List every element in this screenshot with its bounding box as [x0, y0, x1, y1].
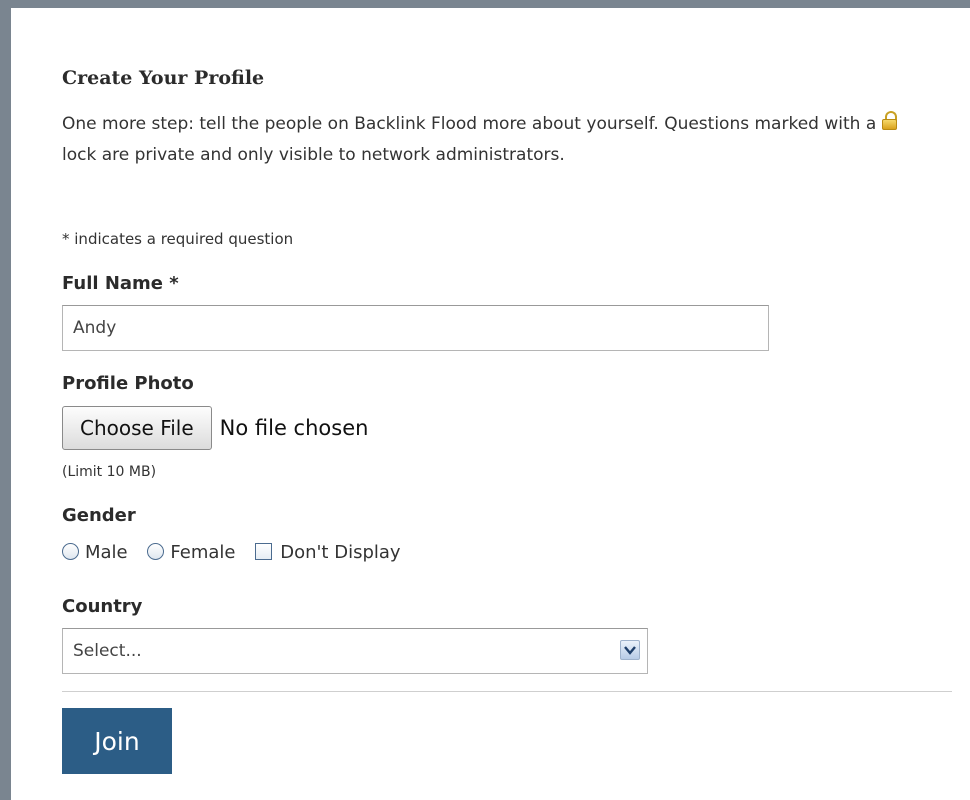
female-label: Female	[170, 541, 236, 563]
page-frame: Create Your Profile One more step: tell …	[0, 0, 970, 800]
join-button[interactable]: Join	[62, 708, 172, 774]
gender-option-male[interactable]: Male	[62, 542, 128, 563]
full-name-input[interactable]	[62, 305, 769, 351]
lock-icon	[881, 111, 899, 130]
female-radio[interactable]	[147, 542, 165, 560]
intro-text-part-2: lock are private and only visible to net…	[62, 145, 565, 165]
male-radio[interactable]	[62, 542, 79, 560]
file-limit-note: (Limit 10 MB)	[62, 464, 157, 480]
file-status: No file chosen	[219, 416, 369, 440]
male-label: Male	[85, 541, 128, 563]
choose-file-button[interactable]: Choose File	[62, 406, 212, 450]
intro-text-part-1: One more step: tell the people on Backli…	[62, 114, 882, 134]
intro-text: One more step: tell the people on Backli…	[62, 109, 922, 171]
country-select-value: Select...	[73, 641, 142, 661]
required-note: * indicates a required question	[62, 230, 294, 248]
form-divider	[62, 691, 952, 692]
gender-option-female[interactable]: Female	[147, 542, 235, 563]
country-label: Country	[62, 596, 143, 617]
dont-display-checkbox[interactable]	[255, 542, 273, 560]
dont-display-option[interactable]: Don't Display	[255, 541, 401, 563]
gender-options: Male Female Don't Display	[62, 541, 415, 571]
country-select[interactable]: Select...	[62, 628, 648, 674]
profile-photo-label: Profile Photo	[62, 373, 194, 394]
gender-label: Gender	[62, 505, 136, 526]
form-title: Create Your Profile	[62, 67, 265, 89]
file-picker: Choose File No file chosen	[62, 406, 368, 452]
dont-display-label: Don't Display	[280, 541, 401, 563]
chevron-down-icon[interactable]	[620, 640, 640, 660]
full-name-label: Full Name *	[62, 273, 179, 294]
